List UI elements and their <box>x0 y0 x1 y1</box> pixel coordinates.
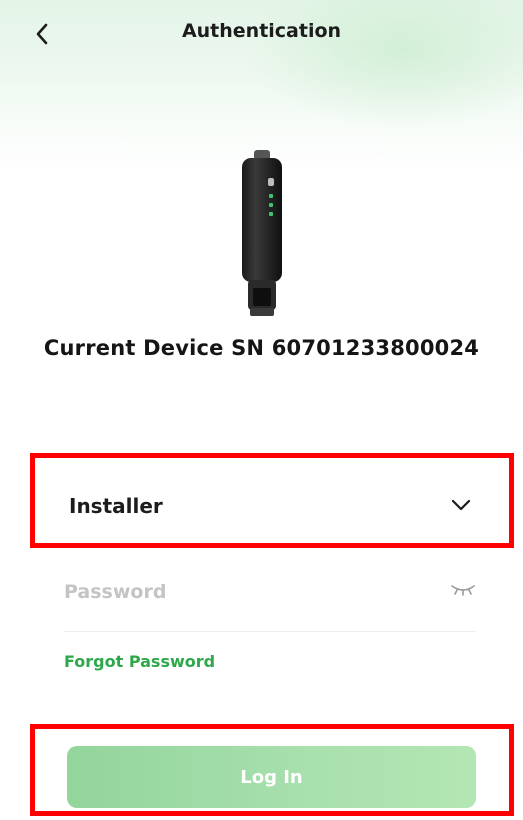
device-sn-label: Current Device SN 60701233800024 <box>43 336 480 360</box>
password-input[interactable] <box>64 572 424 612</box>
page-title: Authentication <box>181 20 342 42</box>
authentication-screen: Authentication Current Device SN 6070123… <box>0 0 523 820</box>
eye-closed-icon[interactable] <box>450 582 476 598</box>
role-select-value: Installer <box>69 494 163 518</box>
login-button[interactable]: Log In <box>67 746 476 808</box>
login-highlight: Log In <box>30 724 514 816</box>
chevron-down-icon <box>451 499 471 511</box>
device-image <box>242 150 282 316</box>
nav-bar: Authentication <box>0 0 523 68</box>
password-field <box>64 568 476 632</box>
forgot-password-link[interactable]: Forgot Password <box>64 652 215 671</box>
role-select[interactable]: Installer <box>30 453 514 548</box>
